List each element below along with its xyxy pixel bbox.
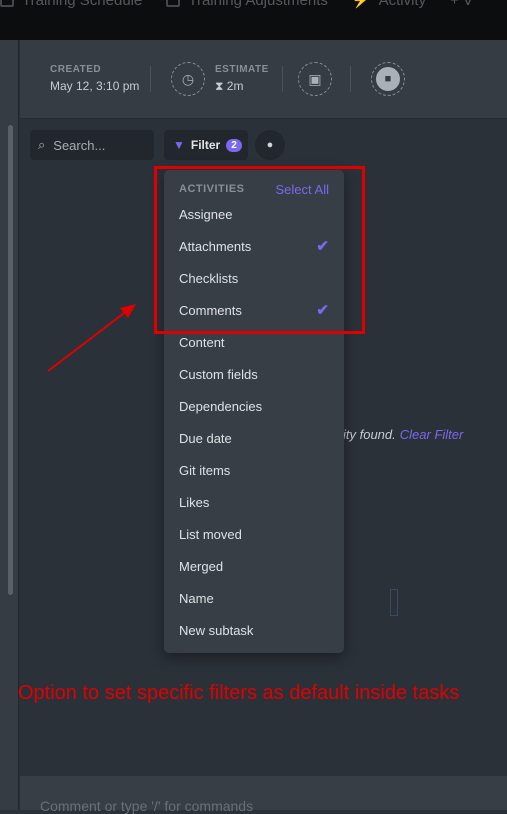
created-label: CREATED [50, 64, 102, 75]
filter-count-badge: 2 [226, 138, 242, 152]
annotation-text: Option to set specific filters as defaul… [18, 682, 460, 704]
option-label: Content [179, 334, 225, 350]
calendar-check-icon[interactable]: ▣ [298, 62, 332, 96]
option-label: Due date [179, 430, 232, 446]
scrollbar[interactable] [8, 125, 13, 595]
option-label: Dependencies [179, 398, 263, 414]
task-meta-header: CREATED May 12, 3:10 pm ◷ ESTIMATE ⧗ 2m … [20, 40, 507, 119]
annotation-highlight-box [154, 166, 365, 334]
filter-option[interactable]: Likes [164, 486, 344, 518]
tab-training-adjustments[interactable]: Training Adjustments [166, 0, 328, 9]
option-label: Likes [179, 494, 210, 510]
estimate-label: ESTIMATE [215, 64, 269, 75]
option-label: List moved [179, 526, 242, 542]
filter-option[interactable]: Custom fields [164, 358, 344, 390]
estimate-value[interactable]: ⧗ 2m [215, 79, 269, 94]
top-bar: Training Schedule Training Adjustments ⚡… [0, 0, 507, 40]
empty-state: tivity found. Clear Filter [330, 427, 464, 442]
filter-option[interactable]: Merged [164, 550, 344, 582]
option-label: New subtask [179, 622, 254, 638]
option-label: Custom fields [179, 366, 258, 382]
activity-icon: ⚡ [351, 0, 371, 9]
filter-button[interactable]: ▼ Filter 2 [164, 130, 248, 160]
tab-activity[interactable]: ⚡ Activity [352, 0, 426, 9]
comment-input[interactable]: Comment or type '/' for commands [20, 776, 507, 814]
created-value: May 12, 3:10 pm [50, 79, 140, 93]
filter-option[interactable]: Git items [164, 454, 344, 486]
calendar-icon [0, 0, 14, 7]
filter-option[interactable]: Due date [164, 422, 344, 454]
option-label: Merged [179, 558, 224, 574]
add-view-button[interactable]: + V [450, 0, 473, 9]
filter-icon: ▼ [173, 138, 185, 152]
filter-option[interactable]: New subtask [164, 614, 344, 646]
filter-option[interactable]: Name [164, 582, 344, 614]
option-label: Git items [179, 462, 231, 478]
search-input[interactable]: ⌕ Search... [30, 130, 154, 160]
filter-option[interactable]: Dependencies [164, 390, 344, 422]
option-label: Name [179, 590, 214, 606]
timer-icon[interactable]: ◷ [171, 62, 205, 96]
video-icon[interactable]: ■ [371, 62, 405, 96]
person-icon: ● [266, 139, 274, 151]
hourglass-icon: ⧗ [215, 79, 227, 93]
tab-training-schedule[interactable]: Training Schedule [0, 0, 142, 9]
clear-filter-link[interactable]: Clear Filter [400, 427, 464, 442]
doc-icon [166, 0, 181, 7]
search-icon: ⌕ [38, 137, 46, 152]
text-cursor [390, 589, 398, 616]
user-filter-button[interactable]: ● [255, 130, 285, 160]
filter-option[interactable]: List moved [164, 518, 344, 550]
